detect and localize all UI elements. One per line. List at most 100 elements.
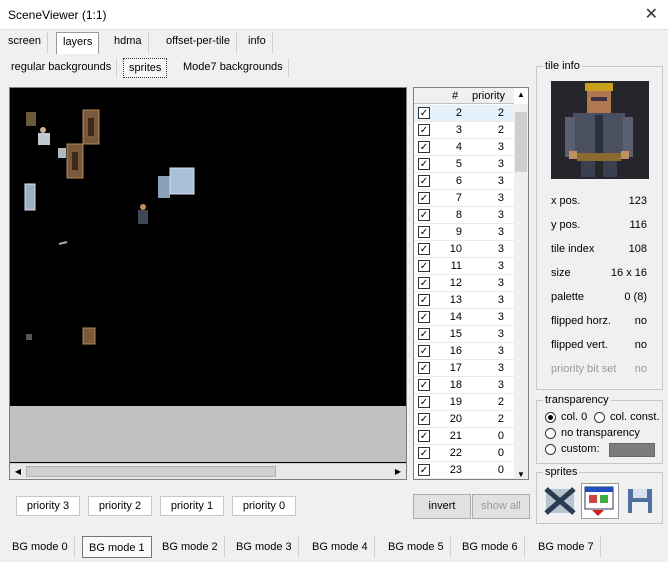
row-checkbox[interactable]: ✓ xyxy=(418,447,430,459)
row-checkbox[interactable]: ✓ xyxy=(418,124,430,136)
hscroll-thumb[interactable] xyxy=(26,466,276,477)
col-header-number[interactable]: # xyxy=(452,90,458,102)
list-row[interactable]: ✓ 14 3 xyxy=(414,309,514,326)
list-row[interactable]: ✓ 20 2 xyxy=(414,411,514,428)
priority-0-button[interactable]: priority 0 xyxy=(232,496,296,516)
tab-hdma[interactable]: hdma xyxy=(108,32,149,54)
bg-mode-6[interactable]: BG mode 6 xyxy=(456,536,525,558)
bg-mode-7[interactable]: BG mode 7 xyxy=(532,536,601,558)
radio-custom[interactable] xyxy=(545,444,556,455)
list-row[interactable]: ✓ 6 3 xyxy=(414,173,514,190)
save-icon[interactable] xyxy=(625,485,655,517)
show-all-button[interactable]: show all xyxy=(472,494,530,519)
bg-mode-0[interactable]: BG mode 0 xyxy=(6,536,75,558)
tile-info-field: x pos. 123 xyxy=(551,195,647,209)
row-checkbox[interactable]: ✓ xyxy=(418,311,430,323)
list-row[interactable]: ✓ 16 3 xyxy=(414,343,514,360)
row-checkbox[interactable]: ✓ xyxy=(418,226,430,238)
scroll-down-icon[interactable]: ▼ xyxy=(514,470,528,479)
subtab-mode7-backgrounds[interactable]: Mode7 backgrounds xyxy=(178,58,289,78)
list-row[interactable]: ✓ 18 3 xyxy=(414,377,514,394)
row-checkbox[interactable]: ✓ xyxy=(418,209,430,221)
subtab-sprites[interactable]: sprites xyxy=(123,58,168,78)
list-row[interactable]: ✓ 12 3 xyxy=(414,275,514,292)
list-row[interactable]: ✓ 9 3 xyxy=(414,224,514,241)
subtab-regular-backgrounds[interactable]: regular backgrounds xyxy=(6,58,118,78)
row-checkbox[interactable]: ✓ xyxy=(418,430,430,442)
row-checkbox[interactable]: ✓ xyxy=(418,345,430,357)
priority-1-button[interactable]: priority 1 xyxy=(160,496,224,516)
list-row[interactable]: ✓ 13 3 xyxy=(414,292,514,309)
row-checkbox[interactable]: ✓ xyxy=(418,294,430,306)
tile-info-legend: tile info xyxy=(543,60,582,72)
custom-color-swatch[interactable] xyxy=(609,443,655,457)
tab-screen[interactable]: screen xyxy=(2,32,49,54)
row-checkbox[interactable]: ✓ xyxy=(418,396,430,408)
sprite-viewport[interactable]: ◀ ▶ xyxy=(9,87,407,480)
row-checkbox[interactable]: ✓ xyxy=(418,379,430,391)
row-checkbox[interactable]: ✓ xyxy=(418,192,430,204)
bg-mode-1[interactable]: BG mode 1 xyxy=(82,536,152,558)
row-priority: 3 xyxy=(497,243,504,255)
bg-mode-5[interactable]: BG mode 5 xyxy=(382,536,451,558)
bg-mode-4[interactable]: BG mode 4 xyxy=(306,536,375,558)
sprite-list[interactable]: # priority ✓ 2 2 ✓ 3 2 ✓ 4 3 ✓ 5 3 ✓ 6 3 ✓ 7 3 ✓ 8 3 ✓ 9 3 ✓ 10 3 ✓… xyxy=(413,87,529,480)
list-row[interactable]: ✓ 2 2 xyxy=(414,105,514,122)
row-checkbox[interactable]: ✓ xyxy=(418,328,430,340)
list-row[interactable]: ✓ 8 3 xyxy=(414,207,514,224)
col-header-priority[interactable]: priority xyxy=(472,90,505,102)
row-checkbox[interactable]: ✓ xyxy=(418,413,430,425)
row-checkbox[interactable]: ✓ xyxy=(418,260,430,272)
row-checkbox[interactable]: ✓ xyxy=(418,175,430,187)
row-priority: 0 xyxy=(497,430,504,442)
tile-info-key: palette xyxy=(551,291,585,303)
sprite-machine xyxy=(169,167,195,195)
list-row[interactable]: ✓ 19 2 xyxy=(414,394,514,411)
dither-icon[interactable] xyxy=(543,485,577,517)
list-row[interactable]: ✓ 5 3 xyxy=(414,156,514,173)
tile-info-value: no xyxy=(634,363,647,375)
sprite-cabinet-2-door xyxy=(72,152,78,170)
priority-2-button[interactable]: priority 2 xyxy=(88,496,152,516)
list-row[interactable]: ✓ 11 3 xyxy=(414,258,514,275)
viewport-hscrollbar[interactable]: ◀ ▶ xyxy=(10,463,406,479)
close-icon[interactable]: ✕ xyxy=(645,4,658,24)
tab-info[interactable]: info xyxy=(242,32,273,54)
tile-info-key: tile index xyxy=(551,243,595,255)
row-checkbox[interactable]: ✓ xyxy=(418,277,430,289)
list-row[interactable]: ✓ 7 3 xyxy=(414,190,514,207)
radio-col0[interactable] xyxy=(545,412,556,423)
radio-col-const[interactable] xyxy=(594,412,605,423)
invert-button[interactable]: invert xyxy=(413,494,471,519)
row-checkbox[interactable]: ✓ xyxy=(418,362,430,374)
list-row[interactable]: ✓ 3 2 xyxy=(414,122,514,139)
row-checkbox[interactable]: ✓ xyxy=(418,141,430,153)
scroll-left-icon[interactable]: ◀ xyxy=(11,465,25,479)
list-row[interactable]: ✓ 22 0 xyxy=(414,445,514,462)
radio-no-transparency[interactable] xyxy=(545,428,556,439)
list-row[interactable]: ✓ 17 3 xyxy=(414,360,514,377)
scroll-up-icon[interactable]: ▲ xyxy=(514,90,528,99)
list-row[interactable]: ✓ 15 3 xyxy=(414,326,514,343)
vscroll-thumb[interactable] xyxy=(515,112,527,172)
row-checkbox[interactable]: ✓ xyxy=(418,158,430,170)
row-priority: 3 xyxy=(497,294,504,306)
list-row[interactable]: ✓ 10 3 xyxy=(414,241,514,258)
list-row[interactable]: ✓ 4 3 xyxy=(414,139,514,156)
scroll-right-icon[interactable]: ▶ xyxy=(391,465,405,479)
bg-mode-2[interactable]: BG mode 2 xyxy=(156,536,225,558)
tab-layers[interactable]: layers xyxy=(56,32,100,54)
row-checkbox[interactable]: ✓ xyxy=(418,243,430,255)
tab-offset-per-tile[interactable]: offset-per-tile xyxy=(160,32,237,54)
row-number: 22 xyxy=(449,447,462,459)
list-row[interactable]: ✓ 23 0 xyxy=(414,462,514,479)
list-row[interactable]: ✓ 21 0 xyxy=(414,428,514,445)
priority-3-button[interactable]: priority 3 xyxy=(16,496,80,516)
sprite-window-icon[interactable] xyxy=(581,483,619,519)
row-checkbox[interactable]: ✓ xyxy=(418,107,430,119)
list-vscrollbar[interactable]: ▲ ▼ xyxy=(514,90,528,479)
sprites-legend: sprites xyxy=(543,466,580,478)
row-checkbox[interactable]: ✓ xyxy=(418,464,430,476)
row-number: 19 xyxy=(449,396,462,408)
bg-mode-3[interactable]: BG mode 3 xyxy=(230,536,299,558)
